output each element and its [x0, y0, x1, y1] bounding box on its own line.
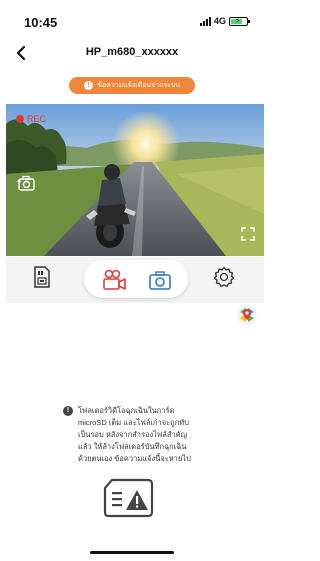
- video-frame: [6, 104, 264, 256]
- live-video-preview[interactable]: REC: [6, 104, 264, 256]
- warning-icon: !: [84, 81, 94, 90]
- rec-indicator: REC: [16, 114, 46, 124]
- storage-notice-text: โฟลเดอร์วิดีโอฉุกเฉินในการ์ด microSD เต็…: [78, 406, 191, 463]
- settings-button[interactable]: [210, 263, 238, 291]
- rec-label: REC: [27, 114, 47, 124]
- storage-notice: ! โฟลเดอร์วิดีโอฉุกเฉินในการ์ด microSD เ…: [63, 405, 233, 465]
- page-title: HP_m680_xxxxxx: [85, 46, 179, 58]
- battery-icon: ⚡: [229, 16, 250, 26]
- switch-camera-button[interactable]: [16, 172, 38, 194]
- home-indicator[interactable]: [90, 551, 174, 554]
- map-pin-icon: [237, 305, 257, 325]
- photo-mode-button[interactable]: [146, 266, 174, 294]
- network-type: 4G: [213, 16, 226, 26]
- file-browser-button[interactable]: [28, 263, 56, 291]
- gear-icon: [213, 266, 235, 288]
- header: HP_m680_xxxxxx: [0, 36, 264, 70]
- rec-dot-icon: [16, 115, 24, 123]
- info-icon: !: [63, 406, 73, 416]
- warning-text: ข้อความแจ้งเตือนจากระบบ: [97, 82, 180, 89]
- capture-mode-pill: [84, 260, 188, 298]
- status-bar: 10:45 4G ⚡: [0, 0, 264, 34]
- sd-card-file-icon: [34, 266, 50, 288]
- warning-banner[interactable]: ! ข้อความแจ้งเตือนจากระบบ: [69, 77, 195, 94]
- sd-card-warning-icon: [102, 476, 160, 520]
- status-time: 10:45: [24, 15, 58, 30]
- expand-icon: [241, 227, 255, 241]
- status-indicators: 4G ⚡: [199, 16, 250, 26]
- camera-switch-icon: [16, 175, 35, 191]
- signal-icon: [199, 16, 211, 26]
- video-camera-icon: [103, 269, 126, 290]
- photo-camera-icon: [149, 271, 171, 290]
- map-location-button[interactable]: [236, 304, 258, 326]
- fullscreen-button[interactable]: [240, 226, 256, 242]
- video-mode-button[interactable]: [100, 266, 128, 294]
- mode-toolbar: [6, 257, 264, 303]
